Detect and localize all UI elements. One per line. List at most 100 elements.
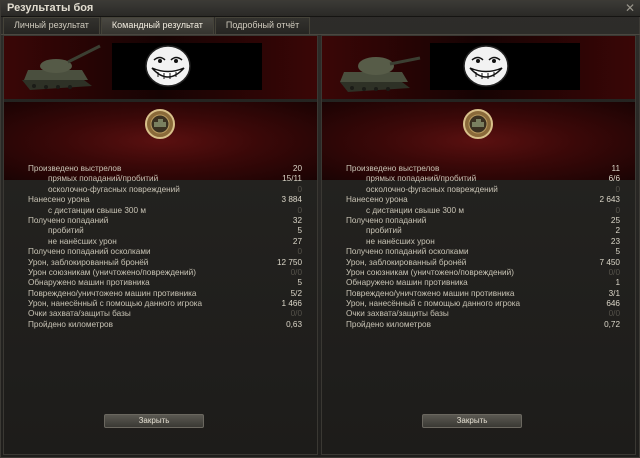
stat-value: 3/1: [608, 288, 620, 298]
stat-row: Нанесено урона 2 643: [342, 195, 624, 205]
stat-label: Очки захвата/защиты базы: [28, 309, 131, 319]
stat-label: Нанесено урона: [28, 195, 90, 205]
tab-detailed[interactable]: Подробный отчёт: [214, 17, 311, 34]
stat-row: Урон, нанесённый с помощью данного игрок…: [342, 299, 624, 309]
stat-value: 5: [615, 247, 620, 257]
tab-bar: Личный результат Командный результат Под…: [3, 17, 311, 34]
stat-row: Пройдено километров 0,72: [342, 320, 624, 330]
stat-label: осколочно-фугасных повреждений: [48, 184, 180, 194]
stat-label: Урон союзникам (уничтожено/повреждений): [346, 267, 514, 277]
stat-row: осколочно-фугасных повреждений 0: [342, 185, 624, 195]
stat-value: 0: [615, 184, 620, 194]
stat-value: 1: [615, 278, 620, 288]
stat-value: 0/0: [290, 309, 302, 319]
stat-label: Очки захвата/защиты базы: [346, 309, 449, 319]
player-panel-right: Произведено выстрелов 11 прямых попаданий…: [321, 35, 636, 455]
stat-value: 32: [292, 215, 302, 225]
stat-row: с дистанции свыше 300 м 0: [24, 206, 306, 216]
tab-personal[interactable]: Личный результат: [3, 17, 100, 34]
trollface-icon: [145, 45, 191, 87]
stat-label: осколочно-фугасных повреждений: [366, 184, 498, 194]
stat-label: с дистанции свыше 300 м: [366, 205, 464, 215]
tank-icon: [340, 56, 421, 92]
stat-value: 0/0: [608, 309, 620, 319]
player-banner: [4, 36, 317, 99]
stat-value: 0/0: [290, 267, 302, 277]
close-button-left[interactable]: Закрыть: [104, 414, 204, 428]
stat-row: Произведено выстрелов 20: [24, 164, 306, 174]
stat-value: 25: [610, 215, 620, 225]
stat-label: Обнаружено машин противника: [28, 278, 150, 288]
stat-label: Урон, нанесённый с помощью данного игрок…: [346, 299, 521, 309]
stat-row: Повреждено/уничтожено машин противника 3/…: [342, 289, 624, 299]
stat-value: 2: [615, 226, 620, 236]
stat-value: 20: [292, 164, 302, 173]
stat-row: Повреждено/уничтожено машин противника 5/…: [24, 289, 306, 299]
stat-label: Повреждено/уничтожено машин противника: [346, 288, 515, 298]
stat-row: осколочно-фугасных повреждений 0: [24, 185, 306, 195]
stat-label: не нанёсших урон: [48, 236, 117, 246]
stat-value: 646: [606, 299, 620, 309]
stat-label: Получено попаданий осколками: [28, 247, 151, 257]
stat-row: с дистанции свыше 300 м 0: [342, 206, 624, 216]
stat-row: пробитий 2: [342, 226, 624, 236]
stat-label: Пройдено километров: [28, 319, 113, 329]
stat-value: 0: [297, 247, 302, 257]
stat-value: 6/6: [608, 174, 620, 184]
stat-label: Получено попаданий: [346, 215, 427, 225]
stat-label: Получено попаданий: [28, 215, 109, 225]
close-icon[interactable]: ✕: [625, 1, 635, 15]
stat-label: Урон, заблокированный бронёй: [28, 257, 149, 267]
stats-table: Произведено выстрелов 20 прямых попаданий…: [24, 164, 306, 330]
tank-icon: [22, 44, 101, 90]
stat-value: 0: [297, 184, 302, 194]
stat-value: 0: [615, 205, 620, 215]
stat-value: 27: [292, 236, 302, 246]
stat-label: с дистанции свыше 300 м: [48, 205, 146, 215]
stat-label: Произведено выстрелов: [28, 164, 122, 173]
titlebar: Результаты боя ✕: [1, 1, 640, 17]
stat-row: не нанёсших урон 27: [24, 237, 306, 247]
stat-label: Получено попаданий осколками: [346, 247, 469, 257]
stat-row: Получено попаданий 32: [24, 216, 306, 226]
stat-value: 5: [297, 226, 302, 236]
stat-row: Произведено выстрелов 11: [342, 164, 624, 174]
stat-row: Урон союзникам (уничтожено/повреждений) 0…: [24, 268, 306, 278]
stat-label: Урон, заблокированный бронёй: [346, 257, 467, 267]
stat-value: 12 750: [276, 257, 302, 267]
stat-label: Урон, нанесённый с помощью данного игрок…: [28, 299, 203, 309]
stat-label: Произведено выстрелов: [346, 164, 440, 173]
player-banner: [322, 36, 635, 99]
stat-row: не нанёсших урон 23: [342, 237, 624, 247]
close-button-right[interactable]: Закрыть: [422, 414, 522, 428]
stat-value: 2 643: [599, 195, 621, 205]
stat-label: Нанесено урона: [346, 195, 408, 205]
stat-row: Обнаружено машин противника 1: [342, 278, 624, 288]
stat-row: Урон, заблокированный бронёй 7 450: [342, 258, 624, 268]
stat-label: Повреждено/уничтожено машин противника: [28, 288, 197, 298]
stat-value: 23: [610, 236, 620, 246]
stat-value: 11: [611, 164, 621, 173]
stat-row: Очки захвата/защиты базы 0/0: [342, 309, 624, 319]
stat-row: Нанесено урона 3 884: [24, 195, 306, 205]
stat-value: 5/2: [290, 288, 302, 298]
stat-value: 1 466: [281, 299, 303, 309]
stat-value: 0/0: [608, 267, 620, 277]
stat-label: прямых попаданий/пробитий: [48, 174, 159, 184]
stat-row: прямых попаданий/пробитий 6/6: [342, 174, 624, 184]
stat-row: Очки захвата/защиты базы 0/0: [24, 309, 306, 319]
stat-value: 0,63: [286, 319, 302, 329]
medal-icon[interactable]: [144, 108, 176, 140]
stat-label: Урон союзникам (уничтожено/повреждений): [28, 267, 196, 277]
stat-value: 3 884: [281, 195, 303, 205]
stat-value: 0: [297, 205, 302, 215]
battle-results-window: Результаты боя ✕ Личный результат Команд…: [0, 0, 640, 458]
medal-icon[interactable]: [462, 108, 494, 140]
stat-label: пробитий: [48, 226, 84, 236]
stat-value: 0,72: [604, 319, 620, 329]
tab-team[interactable]: Командный результат: [100, 17, 214, 34]
window-title: Результаты боя: [7, 2, 94, 14]
stat-row: прямых попаданий/пробитий 15/11: [24, 174, 306, 184]
player-panel-left: Произведено выстрелов 20 прямых попаданий…: [3, 35, 318, 455]
stat-label: не нанёсших урон: [366, 236, 435, 246]
